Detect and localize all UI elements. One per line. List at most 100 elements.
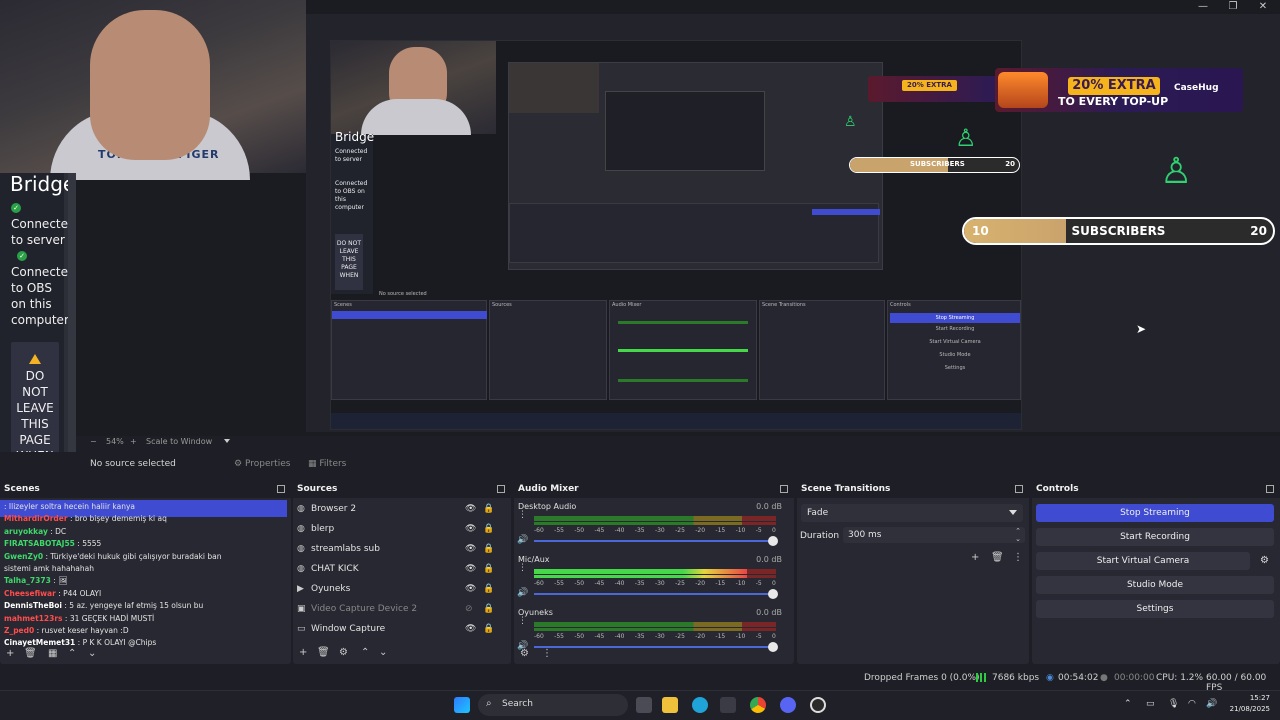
lock-icon[interactable]: 🔒 <box>483 524 494 534</box>
start-virtual-camera-button[interactable]: Start Virtual Camera <box>1036 552 1250 570</box>
chevron-down-icon[interactable] <box>224 439 230 443</box>
chevron-up-icon[interactable]: ⌃ <box>68 648 76 659</box>
stop-streaming-button[interactable]: Stop Streaming <box>1036 504 1274 522</box>
obs-icon[interactable] <box>810 697 826 713</box>
chevron-up-icon[interactable]: ⌃ <box>361 647 369 658</box>
subscriber-label-small: SUBSCRIBERS <box>910 160 965 168</box>
trash-icon[interactable]: 🗑 <box>991 552 1004 563</box>
volume-slider[interactable] <box>534 589 778 599</box>
wifi-icon[interactable]: ◠ <box>1188 699 1196 709</box>
undock-icon[interactable] <box>277 485 285 493</box>
volume-slider[interactable] <box>534 536 778 546</box>
channel-menu-icon[interactable]: ⋮ <box>518 510 527 520</box>
properties-button[interactable]: ⚙ Properties <box>228 455 296 473</box>
zoom-in-button[interactable]: + <box>130 437 137 446</box>
transition-select[interactable]: Fade <box>801 504 1023 522</box>
chat-text: : 🖼 <box>50 576 68 586</box>
eye-off-icon[interactable]: ⊘ <box>465 604 473 614</box>
webcam-face <box>90 10 210 160</box>
speaker-icon[interactable]: 🔊 <box>517 588 528 598</box>
virtual-camera-settings-icon[interactable]: ⚙ <box>1260 555 1269 566</box>
network-icon[interactable]: ▭ <box>1146 699 1155 709</box>
taskbar-search[interactable]: ⌕ Search <box>478 694 628 716</box>
windows-start-icon[interactable] <box>454 697 470 713</box>
minimize-button[interactable]: — <box>1188 0 1218 14</box>
zoom-out-button[interactable]: − <box>90 437 97 446</box>
filter-icon[interactable]: ▦ <box>48 648 57 659</box>
chat-message: aruyokkay : DC <box>4 527 66 536</box>
lock-icon[interactable]: 🔒 <box>483 564 494 574</box>
microphone-icon[interactable]: 🎙 <box>1168 699 1179 709</box>
volume-knob[interactable] <box>768 589 778 599</box>
undock-icon[interactable] <box>1015 485 1023 493</box>
nested-scenes-dock: Scenes <box>331 300 487 400</box>
trash-icon[interactable]: 🗑 <box>317 647 330 658</box>
store-icon[interactable] <box>720 697 736 713</box>
source-item[interactable]: ◍ streamlabs sub 👁 🔒 <box>293 540 504 560</box>
lock-icon[interactable]: 🔒 <box>483 604 494 614</box>
edge-icon[interactable] <box>692 697 708 713</box>
lock-icon[interactable]: 🔒 <box>483 624 494 634</box>
file-explorer-icon[interactable] <box>662 697 678 713</box>
chat-message: Talha_7373 : 🖼 <box>4 576 68 585</box>
chevron-down-icon[interactable]: ⌄ <box>88 648 96 659</box>
add-transition-button[interactable]: + <box>971 552 979 563</box>
source-item[interactable]: ◍ CHAT KICK 👁 🔒 <box>293 560 504 580</box>
source-item[interactable]: ◍ blerp 👁 🔒 <box>293 520 504 540</box>
lock-icon[interactable]: 🔒 <box>483 544 494 554</box>
lock-icon[interactable]: 🔒 <box>483 504 494 514</box>
trash-icon[interactable]: 🗑 <box>24 648 37 659</box>
add-source-button[interactable]: + <box>299 647 307 658</box>
source-item[interactable]: ▭ Window Capture 👁 🔒 <box>293 620 504 640</box>
eye-icon[interactable]: 👁 <box>465 564 476 574</box>
tick-label: -50 <box>574 580 585 587</box>
chat-message: Z_ped0 : rusvet keser hayvan :D <box>4 626 129 635</box>
undock-icon[interactable] <box>1266 485 1274 493</box>
spin-arrows-icon[interactable]: ⌃ ⌄ <box>1015 527 1021 543</box>
chrome-icon[interactable] <box>750 697 766 713</box>
eye-icon[interactable]: 👁 <box>465 544 476 554</box>
source-item[interactable]: ◍ Browser 2 👁 🔒 <box>293 500 504 520</box>
source-item[interactable]: ▶ Oyuneks 👁 🔒 <box>293 580 504 600</box>
undock-icon[interactable] <box>780 485 788 493</box>
chat-username: FIRATSABOTAJ55 <box>4 539 75 549</box>
studio-mode-button[interactable]: Studio Mode <box>1036 576 1274 594</box>
discord-icon[interactable] <box>780 697 796 713</box>
start-recording-button[interactable]: Start Recording <box>1036 528 1274 546</box>
chevron-down-icon[interactable]: ⌄ <box>379 647 387 658</box>
speaker-icon[interactable]: 🔊 <box>517 535 528 545</box>
gear-icon[interactable]: ⚙ <box>339 647 348 658</box>
volume-knob[interactable] <box>768 642 778 652</box>
channel-menu-icon[interactable]: ⋮ <box>518 616 527 626</box>
task-view-icon[interactable] <box>636 697 652 713</box>
eye-icon[interactable]: 👁 <box>465 584 476 594</box>
close-button[interactable]: ✕ <box>1248 0 1278 14</box>
lock-icon[interactable]: 🔒 <box>483 584 494 594</box>
eye-icon[interactable]: 👁 <box>465 524 476 534</box>
undock-icon[interactable] <box>497 485 505 493</box>
more-options-icon[interactable]: ⋮ <box>1013 552 1023 563</box>
bridge-scrollbar[interactable] <box>68 173 76 466</box>
eye-icon[interactable]: 👁 <box>465 624 476 634</box>
chat-text: : P44 OLAYI <box>55 588 102 598</box>
chevron-up-icon[interactable]: ⌃ <box>1124 699 1132 709</box>
filter-icon: ▦ <box>308 459 317 469</box>
filters-button[interactable]: ▦ Filters <box>302 455 352 473</box>
taskbar-clock[interactable]: 15:27 21/08/2025 <box>1226 693 1270 715</box>
source-item[interactable]: ▣ Video Capture Device 2 ⊘ 🔒 <box>293 600 504 620</box>
source-name: Video Capture Device 2 <box>311 604 418 614</box>
scale-mode-select[interactable]: Scale to Window <box>146 437 212 446</box>
add-scene-button[interactable]: + <box>6 648 14 659</box>
chat-username: GwenZy0 <box>4 551 44 561</box>
eye-icon[interactable]: 👁 <box>465 504 476 514</box>
volume-icon[interactable]: 🔊 <box>1206 699 1217 709</box>
mixer-settings-icon[interactable]: ⚙ <box>520 648 529 659</box>
duration-input[interactable]: 300 ms ⌃ ⌄ <box>843 527 1025 543</box>
channel-menu-icon[interactable]: ⋮ <box>518 563 527 573</box>
source-name: CHAT KICK <box>311 564 359 574</box>
more-options-icon[interactable]: ⋮ <box>542 648 552 659</box>
volume-slider[interactable] <box>534 642 778 652</box>
settings-button[interactable]: Settings <box>1036 600 1274 618</box>
volume-knob[interactable] <box>768 536 778 546</box>
maximize-button[interactable]: ❐ <box>1218 0 1248 14</box>
